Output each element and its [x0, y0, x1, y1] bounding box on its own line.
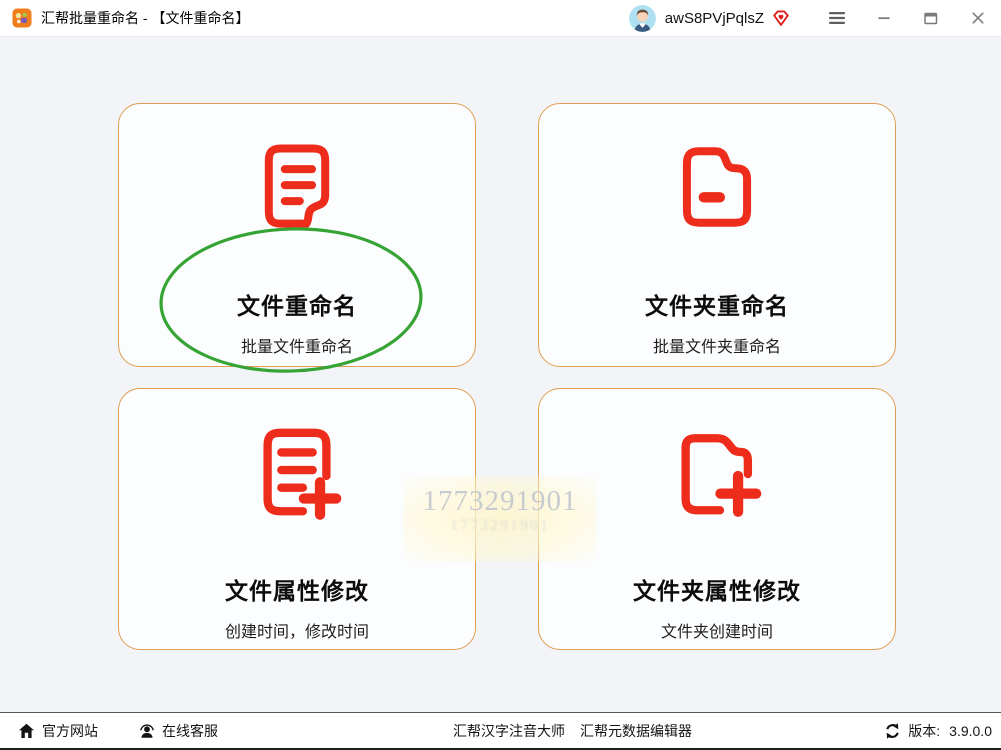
home-icon: [18, 723, 35, 739]
minimize-button[interactable]: [860, 0, 907, 36]
version-info: 版本: 3.9.0.0: [884, 713, 992, 748]
version-label: 版本:: [908, 722, 941, 739]
file-rename-icon: [250, 140, 344, 234]
pinyin-app-link[interactable]: 汇帮汉字注音大师: [453, 713, 565, 748]
card-title: 文件重命名: [237, 293, 357, 319]
user-avatar[interactable]: [628, 4, 656, 32]
menu-button[interactable]: [813, 0, 860, 36]
metadata-app-label: 汇帮元数据编辑器: [580, 722, 692, 739]
card-subtitle: 创建时间，修改时间: [224, 624, 369, 641]
pinyin-app-label: 汇帮汉字注音大师: [453, 722, 565, 739]
close-button[interactable]: [954, 0, 1001, 36]
card-file-rename[interactable]: 文件重命名 批量文件重命名: [118, 103, 476, 367]
card-title: 文件属性修改: [225, 578, 369, 604]
app-window: 汇帮批量重命名 - 【文件重命名】 awS8PVjPqlsZ 文件重命名 批量文…: [0, 0, 1001, 750]
card-subtitle: 批量文件夹重命名: [652, 339, 781, 356]
version-value: 3.9.0.0: [949, 722, 992, 739]
official-website-link[interactable]: 官方网站: [18, 713, 98, 748]
update-refresh-icon[interactable]: [884, 722, 901, 739]
card-subtitle: 文件夹创建时间: [660, 624, 773, 641]
folder-attribute-icon: [668, 425, 766, 523]
app-logo-icon: [12, 8, 32, 28]
folder-rename-icon: [670, 140, 764, 234]
online-service-label: 在线客服: [162, 722, 218, 739]
card-title: 文件夹属性修改: [633, 578, 801, 604]
customer-service-icon: [139, 723, 155, 739]
window-title: 汇帮批量重命名 - 【文件重命名】: [41, 10, 250, 26]
main-area: 文件重命名 批量文件重命名 文件夹重命名 批量文件夹重命名 文件属性修改 创建时…: [0, 38, 1001, 712]
card-folder-attribute[interactable]: 文件夹属性修改 文件夹创建时间: [538, 388, 896, 650]
card-subtitle: 批量文件重命名: [240, 339, 353, 356]
card-title: 文件夹重命名: [645, 293, 789, 319]
footer-bar: 官方网站 在线客服 汇帮汉字注音大师 汇帮元数据编辑器 版本: 3.9.0.0: [0, 712, 1001, 748]
card-file-attribute[interactable]: 文件属性修改 创建时间，修改时间: [118, 388, 476, 650]
title-bar: 汇帮批量重命名 - 【文件重命名】 awS8PVjPqlsZ: [0, 0, 1001, 37]
maximize-button[interactable]: [907, 0, 954, 36]
username-label: awS8PVjPqlsZ: [664, 9, 764, 27]
card-folder-rename[interactable]: 文件夹重命名 批量文件夹重命名: [538, 103, 896, 367]
vip-badge-icon[interactable]: [771, 8, 791, 28]
online-service-link[interactable]: 在线客服: [139, 713, 218, 748]
official-website-label: 官方网站: [42, 722, 98, 739]
file-attribute-icon: [248, 425, 346, 523]
metadata-app-link[interactable]: 汇帮元数据编辑器: [580, 713, 692, 748]
